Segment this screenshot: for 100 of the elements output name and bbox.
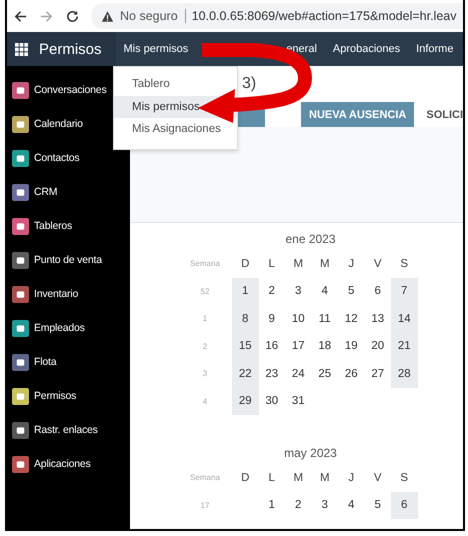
- weekday-header: D: [240, 256, 250, 272]
- calendar-day: 19: [338, 332, 364, 360]
- calendar-day: 1: [232, 278, 258, 305]
- weekday-header: J: [347, 470, 356, 486]
- calendar-day: 28: [391, 360, 418, 388]
- sidebar-item[interactable]: Calendario: [34, 118, 83, 130]
- weekday-header: L: [268, 256, 276, 272]
- sidebar-item[interactable]: Tableros: [34, 220, 72, 232]
- weekday-header: M: [292, 470, 304, 486]
- dropdown-item[interactable]: Mis Asignaciones: [114, 118, 237, 140]
- dropdown-item[interactable]: Tablero: [114, 73, 237, 96]
- calendar-day: 3: [285, 278, 312, 305]
- calendar-day: 9: [258, 305, 285, 332]
- reload-icon[interactable]: [65, 8, 80, 24]
- app-tile-icon[interactable]: [12, 218, 29, 234]
- month-title: ene 2023: [284, 232, 337, 248]
- weekday-header: L: [268, 470, 276, 486]
- calendar-day: 18: [312, 332, 338, 360]
- apps-grid-icon[interactable]: [15, 42, 28, 56]
- nav-menu-item[interactable]: Aprobaciones: [324, 43, 408, 55]
- warning-icon: [101, 10, 114, 22]
- security-label: No seguro: [120, 9, 186, 23]
- app-tile-icon[interactable]: [12, 82, 29, 98]
- app-tile-icon[interactable]: [12, 388, 29, 404]
- new-leave-button[interactable]: NUEVA AUSENCIA: [301, 102, 414, 127]
- sidebar-item[interactable]: Aplicaciones: [34, 458, 91, 470]
- calendar-day: 4: [338, 492, 364, 519]
- url-text: 10.0.0.65:8069/web#action=175&model=hr.leav: [192, 9, 456, 23]
- weekday-header: S: [399, 470, 410, 486]
- app-title: Permisos: [39, 40, 102, 58]
- calendar-day: 10: [285, 305, 312, 332]
- week-number: 2: [202, 340, 208, 353]
- calendar-day: 5: [338, 278, 364, 305]
- nav-menu-item[interactable]: Mis permisos: [116, 43, 196, 55]
- calendar-day: 15: [232, 332, 258, 360]
- weekday-header: M: [292, 256, 304, 272]
- week-number: 17: [200, 500, 210, 512]
- calendar-day: 1: [258, 492, 285, 519]
- calendar-day: 6: [364, 278, 391, 305]
- weekday-header: M: [318, 256, 331, 272]
- calendar-day: 27: [364, 360, 391, 388]
- app-tile-icon[interactable]: [12, 422, 29, 438]
- app-tile-icon[interactable]: [12, 184, 29, 200]
- sidebar-item[interactable]: Conversaciones: [34, 84, 106, 96]
- app-tile-icon[interactable]: [12, 286, 29, 302]
- weekday-header: V: [372, 470, 383, 486]
- calendar-day: 12: [338, 305, 364, 332]
- weekday-header: J: [347, 256, 356, 272]
- nav-menu-item[interactable]: Informe: [408, 43, 462, 55]
- calendar-day: 30: [258, 388, 285, 415]
- calendar-day: 16: [258, 332, 285, 360]
- app-tile-icon[interactable]: [12, 116, 29, 132]
- calendar-day: 4: [312, 278, 338, 305]
- weekday-header: M: [318, 470, 331, 486]
- back-icon[interactable]: [13, 8, 28, 24]
- calendar-day: 31: [285, 388, 312, 415]
- calendar-day: 20: [364, 332, 391, 360]
- week-number: 3: [202, 368, 208, 380]
- calendar-day: 8: [232, 305, 258, 332]
- calendar-day: 26: [338, 360, 364, 388]
- calendar-day: 14: [391, 305, 418, 332]
- app-tile-icon[interactable]: [12, 456, 29, 472]
- calendar-day: 13: [364, 305, 391, 332]
- app-tile-icon[interactable]: [12, 150, 29, 166]
- address-bar[interactable]: No seguro 10.0.0.65:8069/web#action=175&model=hr.leav: [91, 3, 463, 29]
- page-title: 3): [242, 75, 256, 93]
- calendar-day: 22: [232, 360, 258, 388]
- sidebar-item[interactable]: Punto de venta: [34, 254, 102, 266]
- sidebar-item[interactable]: Contactos: [34, 152, 80, 164]
- week-number: 4: [202, 396, 208, 408]
- calendar-day: 7: [391, 278, 418, 305]
- calendar-day: 2: [258, 278, 285, 305]
- week-number: 1: [202, 313, 208, 326]
- calendar-day: 25: [312, 360, 338, 388]
- weekday-header: D: [240, 470, 250, 486]
- sidebar-item[interactable]: CRM: [34, 186, 58, 198]
- app-tile-icon[interactable]: [12, 252, 29, 268]
- calendar-day: 11: [312, 305, 338, 332]
- calendar-day: 23: [258, 360, 285, 388]
- sidebar-item[interactable]: Rastr. enlaces: [34, 424, 98, 436]
- weekday-header: S: [399, 256, 410, 272]
- calendar-day: 24: [285, 360, 312, 388]
- app-tile-icon[interactable]: [12, 354, 29, 370]
- calendar-day: 29: [232, 388, 258, 415]
- weekday-header: V: [372, 256, 383, 272]
- sidebar-item[interactable]: Permisos: [34, 390, 76, 402]
- sidebar-item[interactable]: Inventario: [34, 288, 78, 300]
- week-header: Semana: [189, 258, 221, 270]
- calendar-day: 6: [391, 492, 418, 519]
- sidebar-item[interactable]: Empleados: [34, 322, 85, 334]
- calendar-day: 2: [285, 492, 312, 519]
- sidebar-item[interactable]: Flota: [34, 356, 56, 368]
- calendar-day: 17: [285, 332, 312, 360]
- week-number: 52: [200, 286, 210, 298]
- requests-link[interactable]: SOLICI: [426, 108, 463, 120]
- week-header: Semana: [189, 472, 221, 484]
- calendar-day: 21: [391, 332, 418, 360]
- app-tile-icon[interactable]: [12, 320, 29, 336]
- month-title: may 2023: [283, 446, 338, 462]
- calendar-day: 5: [364, 492, 391, 519]
